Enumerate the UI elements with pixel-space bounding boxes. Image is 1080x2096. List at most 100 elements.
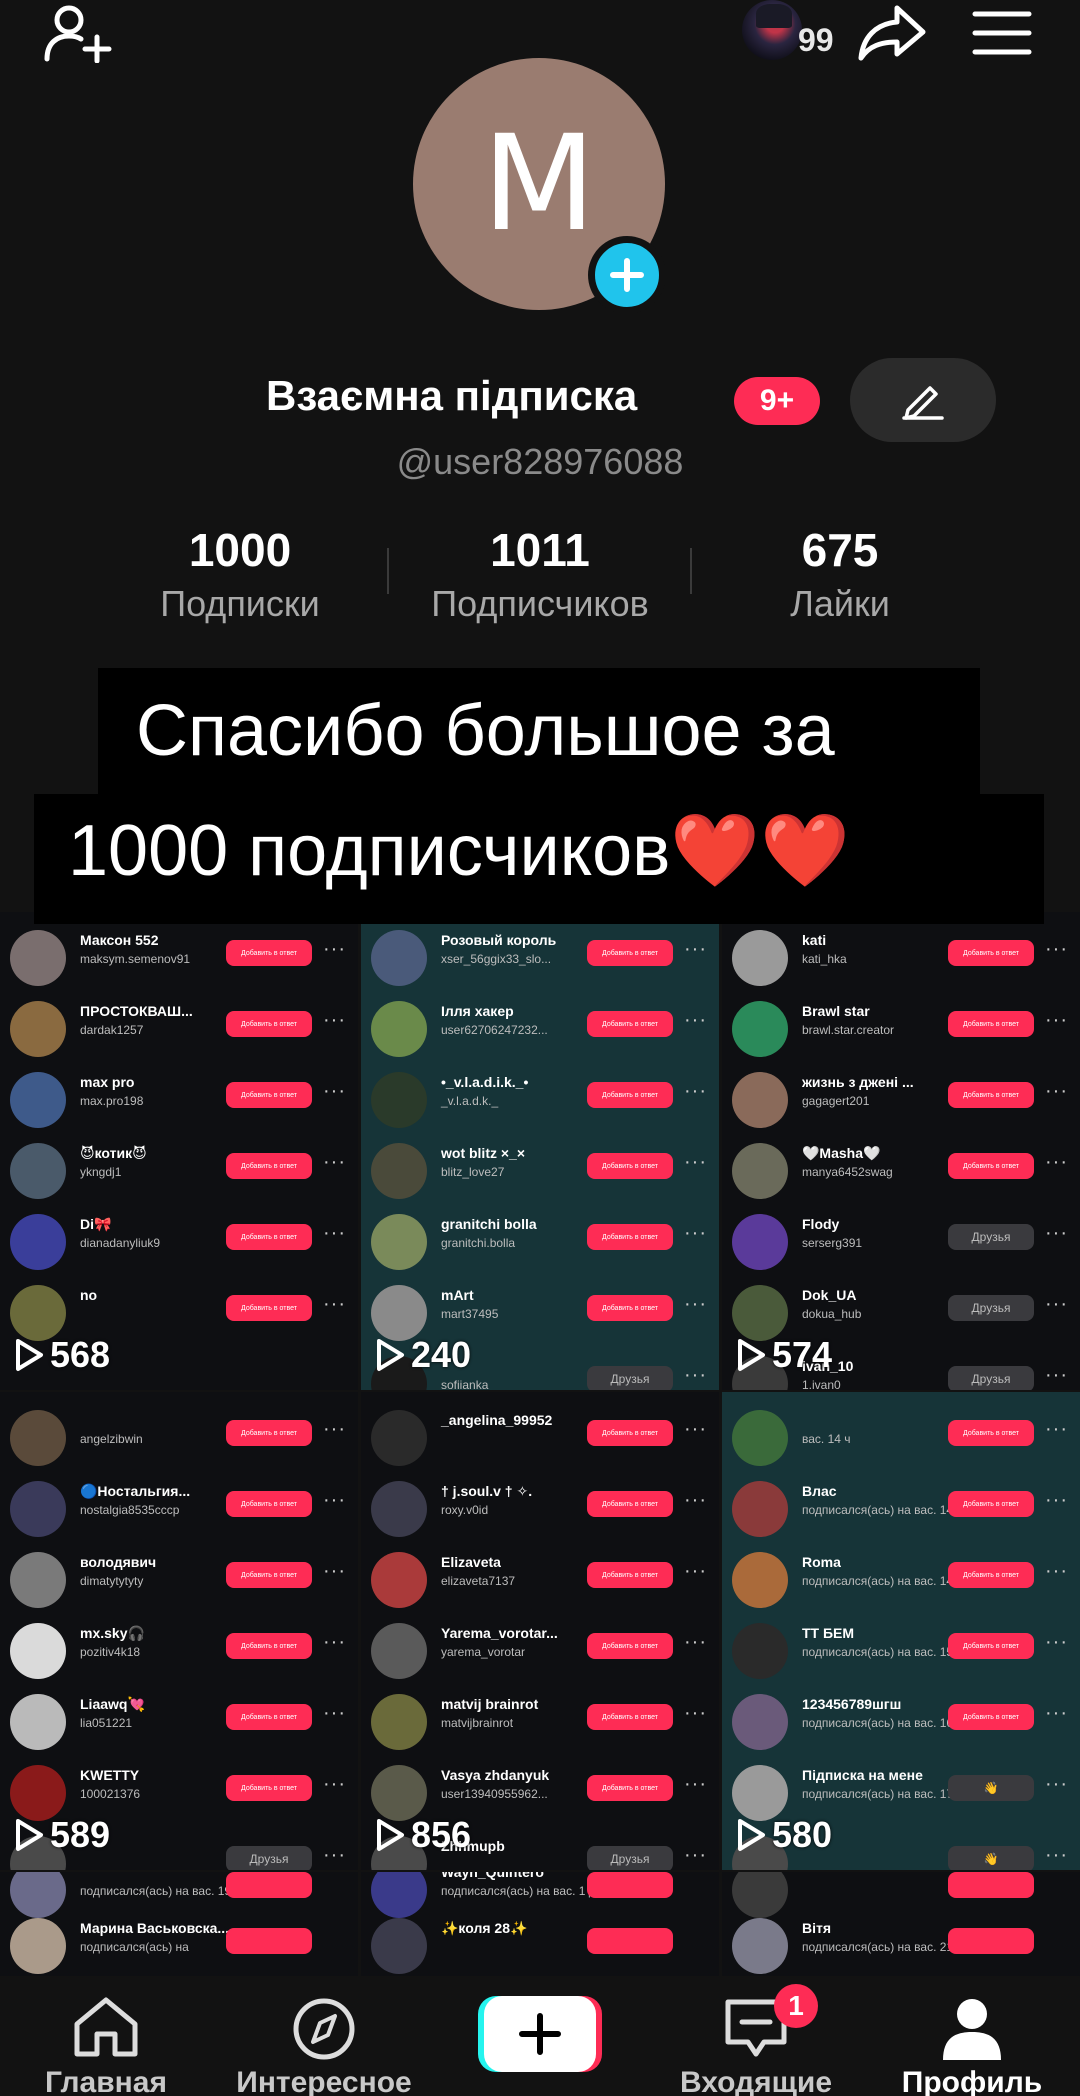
nav-home[interactable]: Главная bbox=[6, 1976, 206, 2096]
more-icon: ··· bbox=[323, 1293, 346, 1315]
nav-inbox[interactable]: Входящие bbox=[656, 1976, 856, 2096]
list-item-button: Добавить в ответ bbox=[587, 1775, 673, 1801]
avatar bbox=[10, 1918, 66, 1974]
play-icon bbox=[16, 1819, 43, 1851]
list-item-name: Brawl star bbox=[802, 1003, 870, 1019]
nav-discover[interactable]: Интересное bbox=[224, 1976, 424, 2096]
list-item-name: mArt bbox=[441, 1287, 474, 1303]
list-item-subtitle: подписался(ась) на вас. 14 ч bbox=[802, 1503, 963, 1517]
avatar bbox=[732, 1285, 788, 1341]
list-item-subtitle: max.pro198 bbox=[80, 1094, 144, 1108]
avatar bbox=[371, 1765, 427, 1821]
list-item-button: Добавить в ответ bbox=[587, 1295, 673, 1321]
more-icon: ··· bbox=[323, 1844, 346, 1866]
more-icon: ··· bbox=[1045, 938, 1068, 960]
video-thumbnail[interactable]: подписался(ась) на вас. 19 ч Марина Васьк… bbox=[0, 1872, 358, 1976]
list-item-button: Добавить в ответ bbox=[587, 1153, 673, 1179]
profile-icon bbox=[943, 1999, 1001, 2060]
video-thumbnail[interactable]: kati kati_hka Добавить в ответ ··· Brawl sta… bbox=[722, 912, 1080, 1390]
more-icon: ··· bbox=[684, 1151, 707, 1173]
list-item: Liaawq💘 lia051221 Добавить в ответ ··· bbox=[0, 1690, 358, 1754]
list-item: Flody serserg391 Друзья ··· bbox=[722, 1210, 1080, 1274]
username: @user828976088 bbox=[396, 441, 684, 482]
video-thumbnail[interactable]: Розовый король xser_56ggix33_slo... Добави… bbox=[361, 912, 719, 1390]
video-thumbnail[interactable]: Wayn_Quintero подписался(ась) на вас. 1 д… bbox=[361, 1872, 719, 1976]
more-icon: ··· bbox=[1045, 1560, 1068, 1582]
friends-avatar[interactable]: 99 bbox=[742, 0, 852, 62]
create-button[interactable] bbox=[478, 1992, 602, 2074]
avatar bbox=[732, 930, 788, 986]
view-count: 856 bbox=[375, 1814, 471, 1856]
share-icon[interactable] bbox=[852, 0, 932, 66]
video-thumbnail[interactable]: angelzibwin Добавить в ответ ··· 🔵Ностальги… bbox=[0, 1392, 358, 1870]
play-icon bbox=[377, 1819, 404, 1851]
friends-count-badge: 99 bbox=[798, 22, 834, 58]
list-item-name: Yarema_vorotar... bbox=[441, 1625, 558, 1641]
play-icon bbox=[377, 1339, 404, 1371]
nav-profile[interactable]: Профиль bbox=[872, 1976, 1072, 2096]
list-item-button: Друзья bbox=[226, 1846, 312, 1870]
list-item-subtitle: angelzibwin bbox=[80, 1432, 143, 1446]
stat-value: 1011 bbox=[490, 524, 590, 576]
menu-icon[interactable] bbox=[962, 0, 1042, 66]
list-item: Di🎀 dianadanyliuk9 Добавить в ответ ··· bbox=[0, 1210, 358, 1274]
avatar bbox=[371, 1143, 427, 1199]
list-item-subtitle: dardak1257 bbox=[80, 1023, 144, 1037]
list-item-subtitle: lia051221 bbox=[80, 1716, 133, 1730]
list-item: † j.soul.v † ✧. roxy.v0id Добавить в ответ… bbox=[361, 1477, 719, 1541]
more-icon: ··· bbox=[1045, 1418, 1068, 1440]
video-thumbnail[interactable]: _angelina_99952 Добавить в ответ ··· † j.so… bbox=[361, 1392, 719, 1870]
list-item-button: Добавить в ответ bbox=[948, 1562, 1034, 1588]
list-item-subtitle: 100021376 bbox=[80, 1787, 141, 1801]
display-name: Взаємна підписка bbox=[266, 372, 638, 419]
list-item-name: KWETTY bbox=[80, 1767, 140, 1783]
stat-followers[interactable]: 1011 Подписчиков bbox=[400, 523, 680, 625]
list-item-button: Добавить в ответ bbox=[587, 1491, 673, 1517]
list-item-name: ТТ БЕМ bbox=[802, 1625, 855, 1641]
list-item-subtitle: granitchi.bolla bbox=[441, 1236, 516, 1250]
list-item-subtitle: blitz_love27 bbox=[441, 1165, 505, 1179]
list-item-button: Добавить в ответ bbox=[226, 1011, 312, 1037]
video-thumbnail[interactable]: вас. 14 ч Добавить в ответ ··· Влас подписал… bbox=[722, 1392, 1080, 1870]
list-item-subtitle: gagagert201 bbox=[802, 1094, 870, 1108]
avatar bbox=[732, 1072, 788, 1128]
list-item: 123456789шгш подписался(ась) на вас. 16 ч… bbox=[722, 1690, 1080, 1754]
more-icon: ··· bbox=[323, 1418, 346, 1440]
caption-line-2: 1000 подписчиков❤️❤️ bbox=[68, 811, 850, 891]
more-icon: ··· bbox=[684, 1702, 707, 1724]
list-item-subtitle: yarema_vorotar bbox=[441, 1645, 526, 1659]
list-item-name: Roma bbox=[802, 1554, 841, 1570]
avatar bbox=[732, 1481, 788, 1537]
video-thumbnail[interactable]: Вітя подписался(ась) на вас. 21 ч bbox=[722, 1872, 1080, 1976]
nav-discover-label: Интересное bbox=[236, 2066, 412, 2096]
list-item-subtitle: dianadanyliuk9 bbox=[80, 1236, 161, 1250]
list-item-name: Марина Васьковска... bbox=[80, 1920, 230, 1936]
stat-value: 675 bbox=[801, 524, 879, 576]
list-item-name: володявич bbox=[80, 1554, 157, 1570]
list-item-name: kati bbox=[802, 932, 827, 948]
play-icon bbox=[738, 1819, 765, 1851]
list-item-name: Di🎀 bbox=[80, 1216, 112, 1232]
list-item: max pro max.pro198 Добавить в ответ ··· bbox=[0, 1068, 358, 1132]
more-icon: ··· bbox=[684, 1080, 707, 1102]
add-story-plus-icon[interactable] bbox=[588, 236, 666, 314]
more-icon: ··· bbox=[323, 1009, 346, 1031]
more-icon: ··· bbox=[1045, 1080, 1068, 1102]
avatar bbox=[371, 1552, 427, 1608]
more-icon: ··· bbox=[1045, 1293, 1068, 1315]
nav-inbox-label: Входящие bbox=[679, 2066, 833, 2096]
list-item-subtitle: serserg391 bbox=[802, 1236, 863, 1250]
add-friend-icon[interactable] bbox=[38, 0, 118, 66]
list-item-subtitle: dimatytytyty bbox=[80, 1574, 144, 1588]
edit-profile-button[interactable] bbox=[850, 358, 996, 442]
list-item-button: Добавить в ответ bbox=[587, 1420, 673, 1446]
avatar bbox=[732, 1694, 788, 1750]
list-item-subtitle: user62706247232... bbox=[441, 1023, 548, 1037]
more-icon: ··· bbox=[1045, 1489, 1068, 1511]
stat-following[interactable]: 1000 Подписки bbox=[120, 523, 360, 625]
list-item: 🔵Ностальгия... nostalgia8535cccp Добавить … bbox=[0, 1477, 358, 1541]
home-icon bbox=[74, 1997, 138, 2057]
avatar bbox=[10, 930, 66, 986]
video-thumbnail[interactable]: Максон 552 maksym.semenov91 Добавить в отв… bbox=[0, 912, 358, 1390]
stat-likes[interactable]: 675 Лайки bbox=[720, 523, 960, 625]
